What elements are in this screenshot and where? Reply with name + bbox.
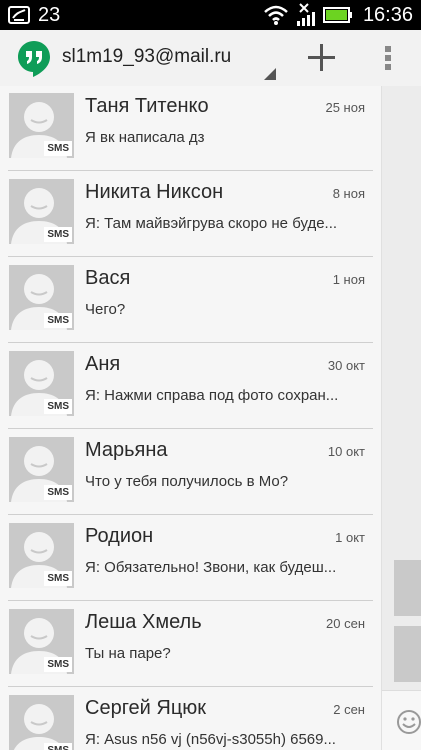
contact-name: Аня <box>85 353 121 375</box>
message-snippet: Что у тебя получилось в Мо? <box>85 473 289 490</box>
sms-badge: SMS <box>44 657 72 672</box>
conversation-item[interactable]: SMS Сергей Яцюк 2 сен Я: Asus n56 vj (n5… <box>0 687 381 750</box>
conversation-list-inner: SMS Таня Титенко 25 ноя Я вк написала дз… <box>0 86 381 750</box>
message-date: 1 окт <box>335 530 365 545</box>
notification-count: 23 <box>38 4 61 26</box>
battery-icon <box>322 7 352 23</box>
sms-badge: SMS <box>44 227 72 242</box>
status-bar: 23 16:36 <box>0 0 421 30</box>
sms-badge: SMS <box>44 571 72 586</box>
action-bar: sl1m19_93@mail.ru <box>0 30 421 87</box>
contact-avatar: SMS <box>9 609 74 674</box>
contact-name: Таня Титенко <box>85 95 209 117</box>
contact-name: Никита Никсон <box>85 181 224 203</box>
conversation-preview-panel[interactable] <box>382 86 421 750</box>
message-snippet: Я вк написала дз <box>85 129 205 146</box>
plus-icon[interactable] <box>304 40 340 76</box>
account-selector[interactable]: sl1m19_93@mail.ru <box>62 46 231 68</box>
message-date: 10 окт <box>327 444 365 459</box>
overflow-menu-icon[interactable] <box>378 42 398 74</box>
contact-avatar: SMS <box>9 437 74 502</box>
compose-area[interactable] <box>382 690 421 750</box>
contact-name: Сергей Яцюк <box>85 697 207 719</box>
contact-avatar: SMS <box>9 265 74 330</box>
sms-badge: SMS <box>44 313 72 328</box>
contact-name: Вася <box>85 267 131 289</box>
contact-name: Марьяна <box>85 439 168 461</box>
hangouts-screen: 23 16:36 sl1m19_93@mail.ru SMS Таня Тите… <box>0 0 421 750</box>
sms-badge: SMS <box>44 141 72 156</box>
contact-avatar: SMS <box>9 93 74 158</box>
conversation-item[interactable]: SMS Леша Хмель 20 сен Ты на паре? <box>0 601 381 687</box>
message-snippet: Я: Нажми справа под фото сохран... <box>85 387 339 404</box>
status-time: 16:36 <box>362 4 413 26</box>
contact-avatar: SMS <box>9 351 74 416</box>
message-date: 30 окт <box>327 358 365 373</box>
contact-avatar: SMS <box>9 179 74 244</box>
dropdown-caret-icon[interactable] <box>262 68 276 80</box>
message-date: 1 ноя <box>332 272 365 287</box>
message-snippet: Я: Там майвэйгрува скоро не буде... <box>85 215 338 232</box>
signal-icon <box>296 3 315 26</box>
avatar <box>394 626 421 682</box>
message-snippet: Чего? <box>85 301 126 318</box>
message-date: 25 ноя <box>325 100 365 115</box>
message-snippet: Я: Asus n56 vj (n56vj-s3055h) 6569... <box>85 731 336 748</box>
conversation-item[interactable]: SMS Аня 30 окт Я: Нажми справа под фото … <box>0 343 381 429</box>
message-snippet: Я: Обязательно! Звони, как будеш... <box>85 559 337 576</box>
smiley-icon[interactable] <box>396 709 421 735</box>
conversation-list[interactable]: SMS Таня Титенко 25 ноя Я вк написала дз… <box>0 86 382 750</box>
contact-name: Леша Хмель <box>85 611 202 633</box>
status-bar-right: 16:36 <box>257 3 413 27</box>
hangouts-logo-icon[interactable] <box>17 40 51 78</box>
wifi-icon <box>264 5 288 25</box>
conversation-item[interactable]: SMS Вася 1 ноя Чего? <box>0 257 381 343</box>
status-bar-left: 23 <box>8 3 60 27</box>
conversation-item[interactable]: SMS Марьяна 10 окт Что у тебя получилось… <box>0 429 381 515</box>
message-date: 8 ноя <box>332 186 365 201</box>
message-date: 2 сен <box>333 702 365 717</box>
message-date: 20 сен <box>326 616 365 631</box>
notification-icon <box>8 6 30 24</box>
message-snippet: Ты на паре? <box>85 645 171 662</box>
conversation-item[interactable]: SMS Никита Никсон 8 ноя Я: Там майвэйгру… <box>0 171 381 257</box>
sms-badge: SMS <box>44 743 72 750</box>
avatar <box>394 560 421 616</box>
default-contact-icon <box>13 704 65 750</box>
sms-badge: SMS <box>44 399 72 414</box>
conversation-item[interactable]: SMS Родион 1 окт Я: Обязательно! Звони, … <box>0 515 381 601</box>
contact-avatar: SMS <box>9 523 74 588</box>
contact-avatar: SMS <box>9 695 74 750</box>
conversation-item[interactable]: SMS Таня Титенко 25 ноя Я вк написала дз <box>0 86 381 171</box>
sms-badge: SMS <box>44 485 72 500</box>
contact-name: Родион <box>85 525 154 547</box>
